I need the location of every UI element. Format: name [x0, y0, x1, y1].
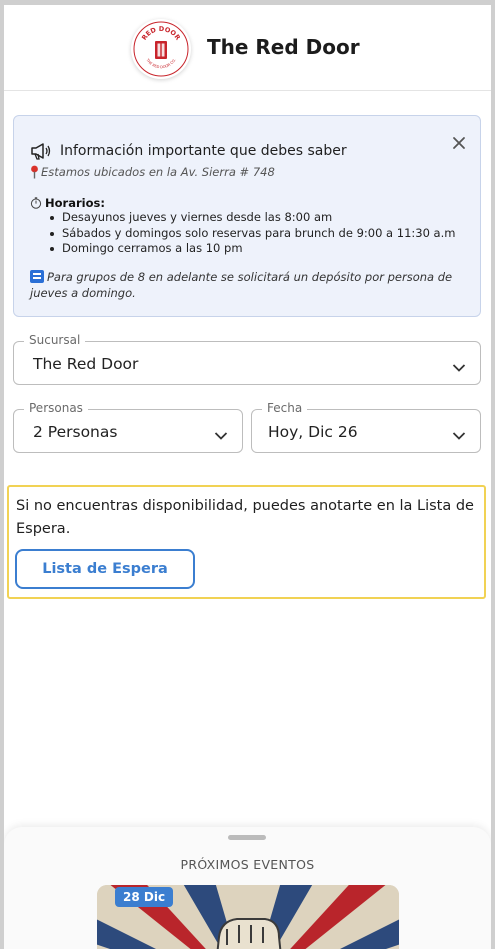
app-frame: RED DOOR THE RED DOOR CO. The Red Door I…	[4, 5, 491, 949]
waitlist-button[interactable]: Lista de Espera	[15, 549, 195, 589]
hours-heading: Horarios:	[30, 196, 105, 210]
brand-logo: RED DOOR THE RED DOOR CO.	[131, 19, 191, 79]
chevron-down-icon	[452, 358, 466, 372]
waitlist-panel: Si no encuentras disponibilidad, puedes …	[7, 485, 486, 599]
hours-heading-text: Horarios:	[45, 196, 105, 210]
timer-icon	[30, 197, 42, 209]
branch-select[interactable]: Sucursal The Red Door	[13, 333, 481, 385]
events-sheet[interactable]: PRÓXIMOS EVENTOS 28 Dic	[4, 827, 491, 949]
chevron-down-icon	[214, 426, 228, 440]
waitlist-message: Si no encuentras disponibilidad, puedes …	[16, 498, 474, 537]
chevron-down-icon	[452, 426, 466, 440]
branch-label: Sucursal	[24, 333, 86, 347]
list-item: Sábados y domingos solo reservas para br…	[49, 225, 456, 240]
people-select[interactable]: Personas 2 Personas	[13, 401, 243, 453]
info-badge-icon	[30, 270, 44, 283]
list-item: Desayunos jueves y viernes desde las 8:0…	[49, 210, 455, 226]
info-card: Información importante que debes saber E…	[13, 115, 481, 317]
people-label: Personas	[24, 401, 88, 415]
group-note: Para grupos de 8 en adelante se solicita…	[30, 270, 470, 301]
pin-icon	[30, 165, 39, 179]
group-note-text: Para grupos de 8 en adelante se solicita…	[30, 270, 453, 300]
drag-handle[interactable]	[228, 835, 266, 840]
location-text: Estamos ubicados en la Av. Sierra # 748	[41, 165, 275, 179]
events-title: PRÓXIMOS EVENTOS	[180, 857, 315, 872]
branch-value: The Red Door	[33, 355, 139, 373]
close-icon[interactable]	[448, 132, 470, 154]
date-value: Hoy, Dic 26	[268, 423, 358, 441]
event-card[interactable]: 28 Dic	[97, 885, 399, 949]
date-label: Fecha	[262, 401, 308, 415]
info-title: Información importante que debes saber	[60, 143, 347, 159]
header: RED DOOR THE RED DOOR CO. The Red Door	[4, 5, 491, 91]
page-title: The Red Door	[207, 35, 360, 59]
megaphone-icon	[30, 142, 52, 160]
list-item: Domingo cerramos a las 10 pm	[49, 241, 455, 257]
info-header: Información importante que debes saber	[30, 142, 347, 160]
hours-list: Desayunos jueves y viernes desde las 8:0…	[49, 210, 456, 257]
people-value: 2 Personas	[33, 423, 118, 441]
location-line: Estamos ubicados en la Av. Sierra # 748	[30, 165, 275, 179]
event-date-badge: 28 Dic	[115, 887, 174, 907]
date-select[interactable]: Fecha Hoy, Dic 26	[251, 401, 481, 453]
